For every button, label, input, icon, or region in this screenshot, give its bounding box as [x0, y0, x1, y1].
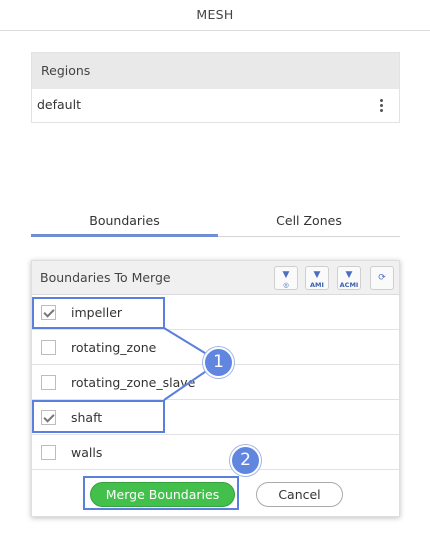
- impeller-highlight: [32, 297, 165, 329]
- shaft-highlight: [32, 400, 165, 433]
- callout-lines: [163, 327, 219, 401]
- step-badge-1: 1: [203, 347, 234, 378]
- merge-button-highlight: [83, 476, 239, 510]
- step-badge-2: 2: [230, 445, 261, 476]
